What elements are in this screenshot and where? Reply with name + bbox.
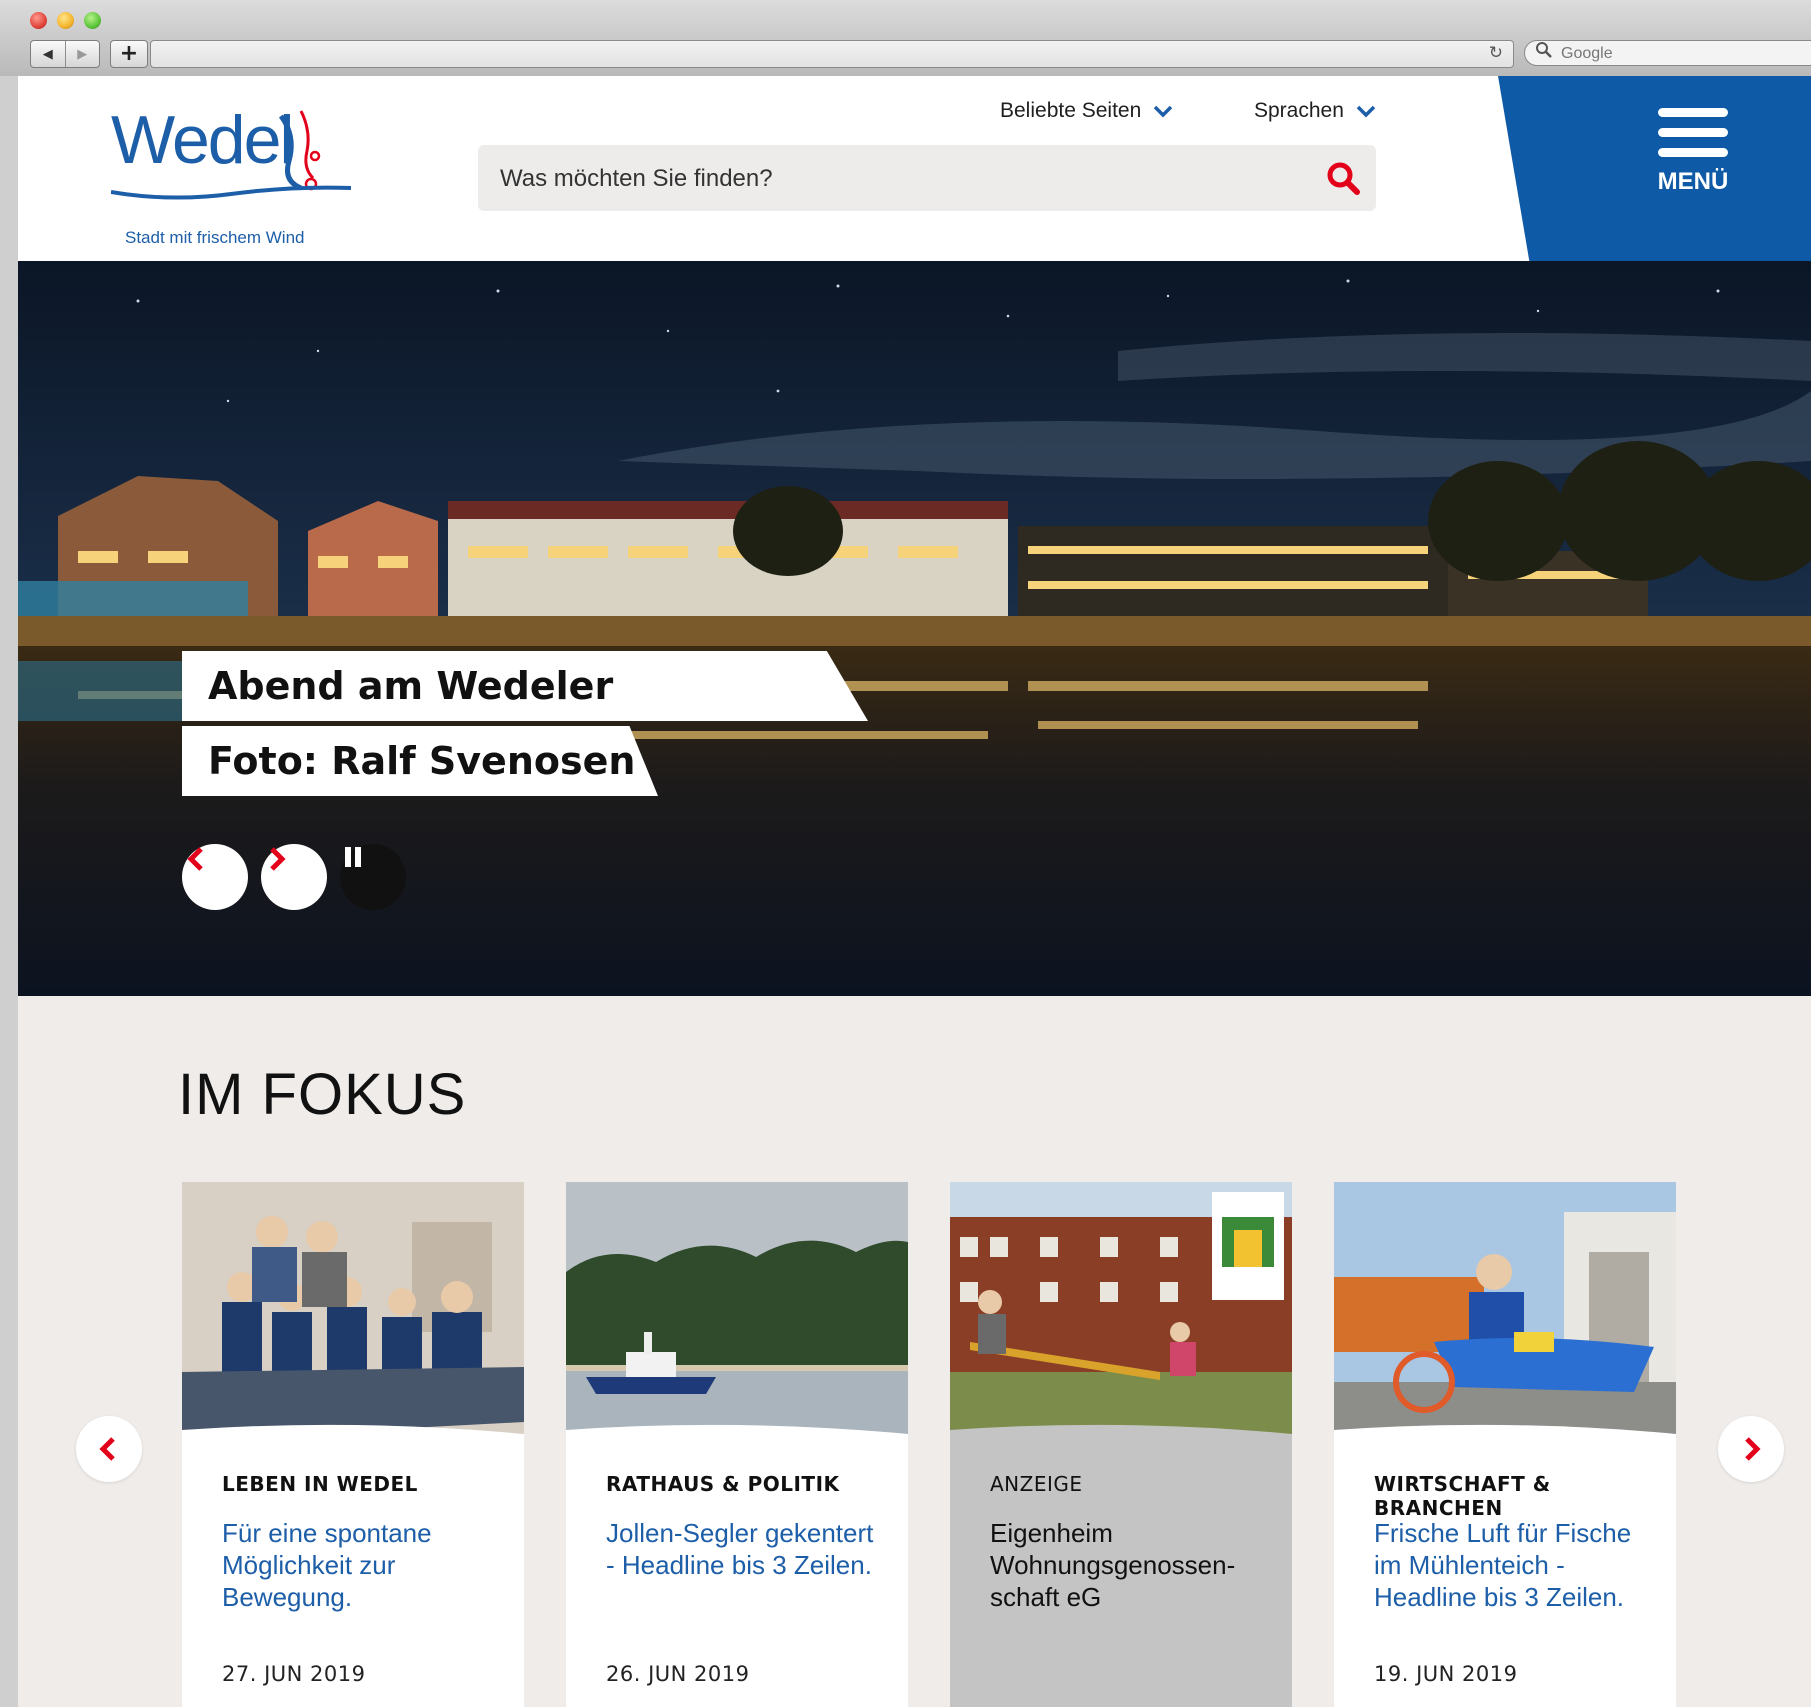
card-category: RATHAUS & POLITIK [606,1472,840,1496]
popular-pages-label: Beliebte Seiten [1000,99,1142,122]
hero-prev-button[interactable] [182,844,248,910]
search-icon[interactable] [1324,159,1362,197]
hamburger-icon [1658,148,1728,157]
site-logo[interactable]: Wedel Stadt mit frischem Wind [111,102,361,247]
chevron-left-icon [99,1437,115,1461]
reload-icon[interactable]: ↻ [1489,43,1503,63]
search-icon [1535,41,1553,68]
minimize-window-button[interactable] [57,12,74,29]
focus-card[interactable]: LEBEN IN WEDEL Für eine spontane Möglich… [182,1182,524,1707]
menu-button[interactable]: MENÜ [1638,108,1748,218]
zoom-window-button[interactable] [84,12,101,29]
site-header: Wedel Stadt mit frischem Wind Beliebte S… [18,76,1811,261]
focus-card[interactable]: WIRTSCHAFT & BRANCHEN Frische Luft für F… [1334,1182,1676,1707]
forward-button[interactable]: ▶ [64,41,100,67]
focus-prev-button[interactable] [76,1416,142,1482]
address-bar[interactable]: ↻ [150,40,1514,68]
card-title-link[interactable]: Frische Luft für Fische im Mühlenteich -… [1374,1517,1654,1613]
languages-label: Sprachen [1254,99,1344,122]
menu-label: MENÜ [1657,168,1729,195]
card-image [182,1182,524,1440]
close-window-button[interactable] [30,12,47,29]
card-title-link[interactable]: Eigenheim Wohnungsgenossen-schaft eG [990,1517,1270,1613]
browser-toolbar: ◀ ▶ + ↻ Google [0,0,1811,77]
logo-wave-icon [111,185,351,200]
new-tab-button[interactable]: + [110,40,148,68]
logo-tagline: Stadt mit frischem Wind [125,228,305,247]
card-date: 27. JUN 2019 [222,1662,366,1686]
languages-dropdown[interactable]: Sprachen [1254,96,1378,126]
chevron-left-icon [187,847,203,871]
card-category: ANZEIGE [990,1472,1083,1496]
search-input[interactable] [498,145,1282,213]
chevron-right-icon [270,847,286,871]
hero-slider: Abend am Wedeler Mühlenteich Foto: Ralf … [18,261,1811,996]
card-category: LEBEN IN WEDEL [222,1472,418,1496]
card-date: 19. JUN 2019 [1374,1662,1518,1686]
card-image [566,1182,908,1440]
back-button[interactable]: ◀ [31,41,65,67]
hero-pause-button[interactable] [340,844,406,910]
card-title-link[interactable]: Für eine spontane Möglichkeit zur Bewegu… [222,1517,502,1613]
hamburger-icon [1658,128,1728,137]
focus-card[interactable]: RATHAUS & POLITIK Jollen-Segler gekenter… [566,1182,908,1707]
pause-icon [345,847,361,867]
card-image [950,1182,1292,1440]
focus-next-button[interactable] [1718,1416,1784,1482]
window-left-edge [0,76,18,1707]
logo-wordmark: Wedel [111,102,295,178]
chevron-down-icon [1356,105,1376,118]
hero-caption-title: Abend am Wedeler Mühlenteich [182,651,868,721]
focus-card-ad[interactable]: ANZEIGE Eigenheim Wohnungsgenossen-schaf… [950,1182,1292,1707]
hamburger-icon [1658,108,1728,117]
chevron-down-icon [1154,105,1173,118]
browser-search-field[interactable]: Google [1524,40,1811,66]
site-search [478,145,1376,213]
chevron-right-icon [1745,1437,1761,1461]
browser-search-placeholder: Google [1561,45,1613,62]
card-date: 26. JUN 2019 [606,1662,750,1686]
popular-pages-dropdown[interactable]: Beliebte Seiten [1000,96,1175,126]
card-image [1334,1182,1676,1440]
card-category: WIRTSCHAFT & BRANCHEN [1374,1472,1551,1520]
card-title-link[interactable]: Jollen-Segler gekentert - Headline bis 3… [606,1517,886,1581]
history-nav: ◀ ▶ [30,40,100,68]
hero-caption-credit: Foto: Ralf Svenosen [182,726,658,796]
section-title: IM FOKUS [178,1062,467,1127]
webpage: Wedel Stadt mit frischem Wind Beliebte S… [18,76,1811,1707]
hero-next-button[interactable] [261,844,327,910]
